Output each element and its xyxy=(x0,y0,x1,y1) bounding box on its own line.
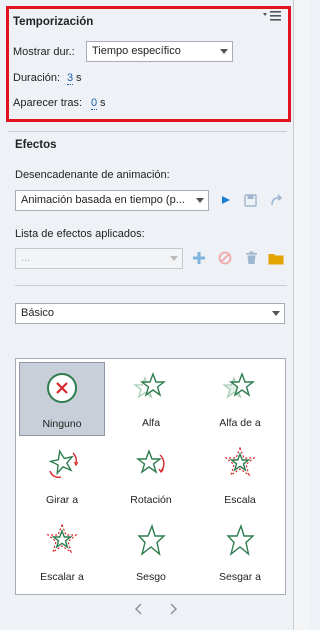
alpha-star-icon xyxy=(133,372,167,399)
effect-label: Girar a xyxy=(45,494,79,506)
duration-mode-select[interactable]: Tiempo específico xyxy=(86,41,233,62)
effect-scale-to[interactable]: Escalar a xyxy=(19,516,105,590)
effect-label: Alfa de a xyxy=(219,417,261,429)
effect-label: Escala xyxy=(224,494,256,506)
effect-label: Rotación xyxy=(130,494,172,506)
effect-none[interactable]: Ninguno xyxy=(19,362,105,436)
effect-alpha-from-to[interactable]: Alfa de a xyxy=(197,362,283,436)
rotation-star-icon xyxy=(135,449,165,474)
duration-label: Duración: xyxy=(13,72,61,84)
effect-label: Sesgar a xyxy=(218,571,262,583)
trigger-value: Animación basada en tiempo (p... xyxy=(21,194,185,206)
effect-alpha[interactable]: Alfa xyxy=(108,362,194,436)
effect-rotation[interactable]: Rotación xyxy=(108,439,194,513)
effect-label: Escalar a xyxy=(40,571,84,583)
skew-star-icon xyxy=(137,524,166,556)
appear-after-label: Aparecer tras: xyxy=(13,97,83,109)
alpha-from-to-star-icon xyxy=(222,372,256,399)
chevron-down-icon xyxy=(170,256,178,261)
previous-page-icon[interactable] xyxy=(134,602,144,619)
redo-icon[interactable] xyxy=(268,192,284,208)
effect-skew[interactable]: Sesgo xyxy=(108,516,194,590)
applied-effects-label: Lista de efectos aplicados: xyxy=(15,228,145,240)
appear-after-unit: s xyxy=(100,97,106,109)
effect-skew-to[interactable]: Sesgar a xyxy=(197,516,283,590)
effect-label: Alfa xyxy=(141,417,161,429)
applied-effects-value: ... xyxy=(21,252,31,264)
duration-value[interactable]: 3 xyxy=(67,72,74,85)
effect-category-select[interactable]: Básico xyxy=(15,303,285,324)
section-divider xyxy=(8,131,287,132)
effect-rotate-to[interactable]: Girar a xyxy=(19,439,105,513)
skew-to-star-icon xyxy=(226,524,255,556)
add-icon[interactable] xyxy=(191,250,207,266)
save-icon[interactable] xyxy=(242,192,258,208)
section-divider xyxy=(15,285,287,286)
chevron-down-icon xyxy=(272,311,280,316)
trigger-label: Desencadenante de animación: xyxy=(15,169,170,181)
duration-mode-label: Mostrar dur.: xyxy=(13,46,75,58)
chevron-down-icon xyxy=(196,198,204,203)
scale-to-star-icon xyxy=(46,524,78,554)
effect-category-value: Básico xyxy=(21,307,55,319)
panel-edge-scrollbar[interactable] xyxy=(293,0,309,630)
disable-icon[interactable] xyxy=(217,250,233,266)
applied-effects-select[interactable]: ... xyxy=(15,248,183,269)
none-icon xyxy=(47,373,77,403)
effect-label: Ninguno xyxy=(42,418,82,430)
appear-after-value[interactable]: 0 xyxy=(91,97,98,110)
duration-mode-value: Tiempo específico xyxy=(92,45,181,57)
effects-title: Efectos xyxy=(15,139,57,151)
chevron-down-icon xyxy=(220,49,228,54)
effect-scale[interactable]: Escala xyxy=(197,439,283,513)
trash-icon[interactable] xyxy=(243,250,259,266)
timing-title: Temporización xyxy=(13,16,94,28)
effect-label: Sesgo xyxy=(136,571,166,583)
next-page-icon[interactable] xyxy=(168,602,178,619)
scale-star-icon xyxy=(224,447,256,477)
effects-grid: Ninguno Alfa Alfa de a Girar a Rotación … xyxy=(15,358,286,595)
folder-icon[interactable] xyxy=(268,250,284,266)
play-icon[interactable] xyxy=(218,192,234,208)
properties-panel: Temporización Mostrar dur.: Tiempo espec… xyxy=(0,0,293,630)
trigger-select[interactable]: Animación basada en tiempo (p... xyxy=(15,190,209,211)
panel-menu-icon[interactable] xyxy=(262,10,282,24)
rotate-to-star-icon xyxy=(48,449,79,479)
duration-unit: s xyxy=(76,72,82,84)
